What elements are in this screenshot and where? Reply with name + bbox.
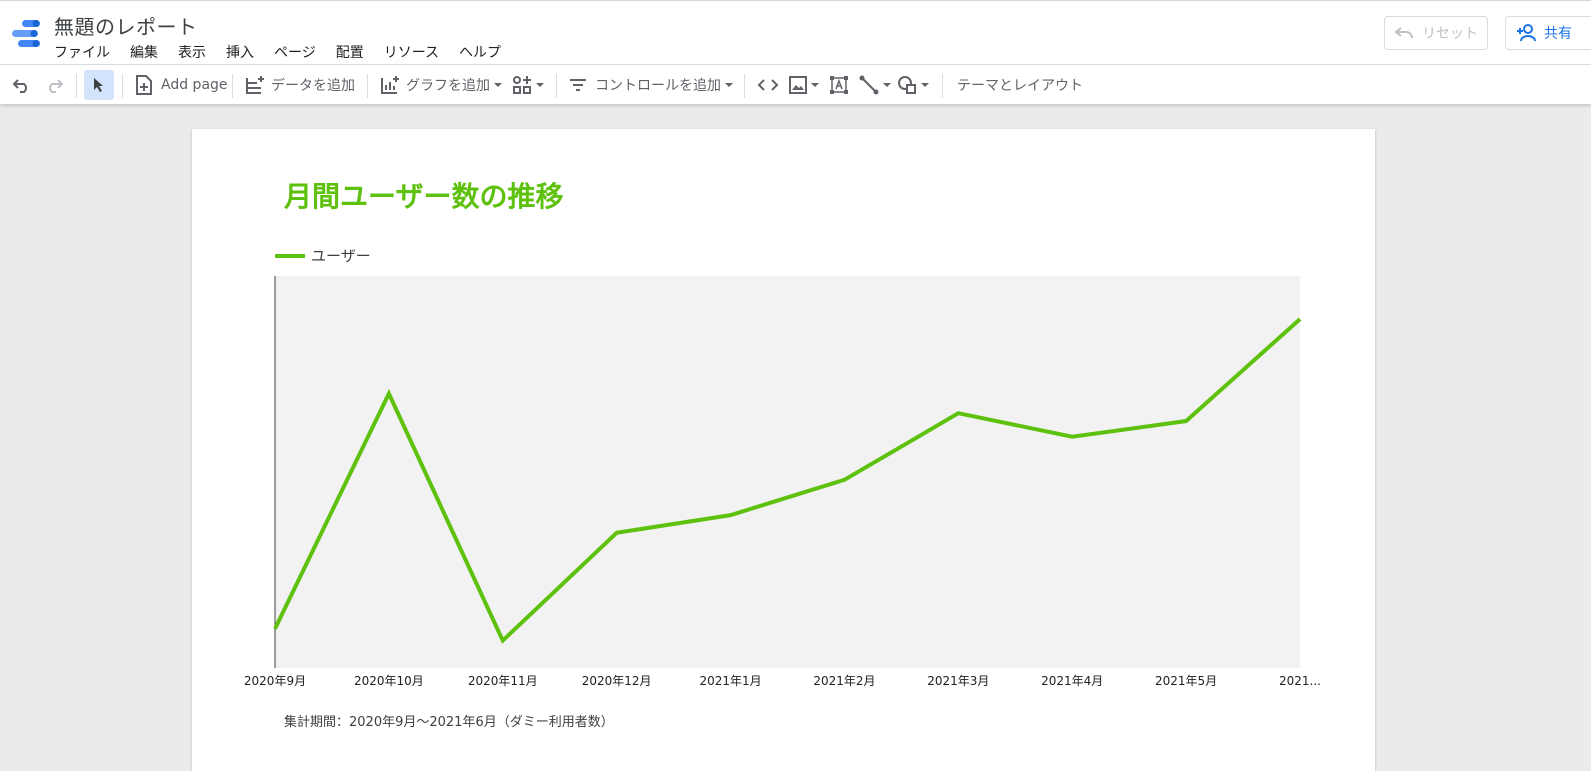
add-data-icon (246, 76, 264, 94)
shapes-icon (898, 76, 916, 94)
add-page-label: Add page (161, 77, 228, 93)
add-person-icon (1517, 24, 1536, 42)
toolbar-divider (744, 74, 745, 98)
shape-button[interactable] (897, 65, 929, 105)
data-studio-logo-icon[interactable] (12, 20, 42, 48)
text-button[interactable] (829, 65, 849, 105)
add-page-icon (136, 75, 152, 95)
community-viz-icon (513, 76, 531, 94)
menu-help[interactable]: ヘルプ (459, 42, 501, 62)
add-control-label: コントロールを追加 (595, 78, 721, 94)
toolbar-divider (367, 74, 368, 98)
theme-layout-button[interactable]: テーマとレイアウト (957, 65, 1083, 105)
toolbar-divider (556, 74, 557, 98)
menu-view[interactable]: 表示 (178, 42, 206, 62)
report-canvas[interactable]: 月間ユーザー数の推移 ユーザー 2020年9月 2020年10月 2020年11月 2… (192, 129, 1375, 771)
reset-button[interactable]: リセット (1384, 16, 1488, 50)
data-point[interactable] (955, 410, 961, 416)
community-viz-button[interactable] (512, 65, 544, 105)
footnote-text[interactable]: 集計期間：2020年9月～2021年6月（ダミー利用者数） (284, 711, 614, 730)
data-point[interactable] (1069, 434, 1075, 440)
chevron-down-icon (883, 83, 891, 87)
x-tick-label: 2021年4月 (1041, 674, 1103, 688)
chevron-down-icon (921, 83, 929, 87)
data-point[interactable] (728, 512, 734, 518)
x-tick-label: 2021... (1279, 674, 1321, 688)
series-line-0[interactable] (273, 317, 1302, 644)
redo-button[interactable] (44, 65, 64, 105)
x-tick-label: 2021年1月 (699, 674, 761, 688)
toolbar-divider (232, 74, 233, 98)
share-button[interactable]: 共有 (1505, 16, 1591, 50)
data-point[interactable] (1297, 316, 1303, 322)
redo-icon (49, 79, 64, 93)
menu-page[interactable]: ページ (274, 42, 316, 62)
embed-url-button[interactable] (757, 65, 779, 105)
toolbar: Add page データを追加 グラフを追加 コントロールを追加 テーマとレイア… (0, 64, 1591, 104)
toolbar-divider (76, 74, 77, 98)
code-icon (757, 79, 779, 91)
report-title-field[interactable]: 無題のレポート (54, 11, 198, 40)
reset-label: リセット (1422, 26, 1478, 42)
x-tick-label: 2020年12月 (582, 674, 652, 688)
x-tick-label: 2021年3月 (927, 674, 989, 688)
data-point[interactable] (500, 638, 506, 644)
chevron-down-icon (494, 83, 502, 87)
add-chart-label: グラフを追加 (406, 78, 490, 94)
undo-button[interactable] (12, 65, 32, 105)
data-point[interactable] (841, 477, 847, 483)
toolbar-divider (122, 74, 123, 98)
add-data-label: データを追加 (271, 78, 355, 94)
menu-resources[interactable]: リソース (384, 42, 439, 62)
line-button[interactable] (859, 65, 891, 105)
image-button[interactable] (789, 65, 819, 105)
line-chart: 2020年9月 2020年10月 2020年11月 2020年12月 2021年1月 20… (244, 276, 1321, 688)
chevron-down-icon (725, 83, 733, 87)
undo-icon (12, 79, 27, 93)
add-chart-icon (381, 76, 399, 94)
chevron-down-icon (536, 83, 544, 87)
add-page-button[interactable]: Add page (135, 65, 228, 105)
line-icon (859, 75, 879, 95)
app-header: 無題のレポート ファイル 編集 表示 挿入 ページ 配置 リソース ヘルプ リセ… (0, 0, 1591, 64)
add-control-button[interactable]: コントロールを追加 (569, 65, 733, 105)
x-tick-label: 2021年5月 (1155, 674, 1217, 688)
menu-arrange[interactable]: 配置 (336, 42, 364, 62)
x-tick-label: 2021年2月 (813, 674, 875, 688)
image-icon (789, 76, 807, 94)
menu-file[interactable]: ファイル (54, 42, 110, 62)
menu-insert[interactable]: 挿入 (226, 42, 254, 62)
text-box-icon (830, 76, 848, 94)
share-label: 共有 (1544, 26, 1572, 42)
x-tick-label: 2020年10月 (354, 674, 424, 688)
select-tool-button[interactable] (84, 70, 114, 100)
data-point[interactable] (272, 626, 278, 632)
data-point[interactable] (1183, 418, 1189, 424)
data-point[interactable] (386, 391, 392, 397)
data-point[interactable] (614, 530, 620, 536)
x-tick-label: 2020年9月 (244, 674, 306, 688)
toolbar-divider (942, 74, 943, 98)
menu-edit[interactable]: 編集 (130, 42, 158, 62)
add-chart-button[interactable]: グラフを追加 (380, 65, 502, 105)
chevron-down-icon (811, 83, 819, 87)
x-tick-label: 2020年11月 (468, 674, 538, 688)
theme-layout-label: テーマとレイアウト (957, 78, 1083, 94)
add-data-button[interactable]: データを追加 (245, 65, 355, 105)
menu-bar: ファイル 編集 表示 挿入 ページ 配置 リソース ヘルプ (54, 42, 521, 62)
filter-icon (570, 79, 586, 91)
cursor-icon (94, 78, 103, 92)
undo-icon (1394, 27, 1413, 39)
